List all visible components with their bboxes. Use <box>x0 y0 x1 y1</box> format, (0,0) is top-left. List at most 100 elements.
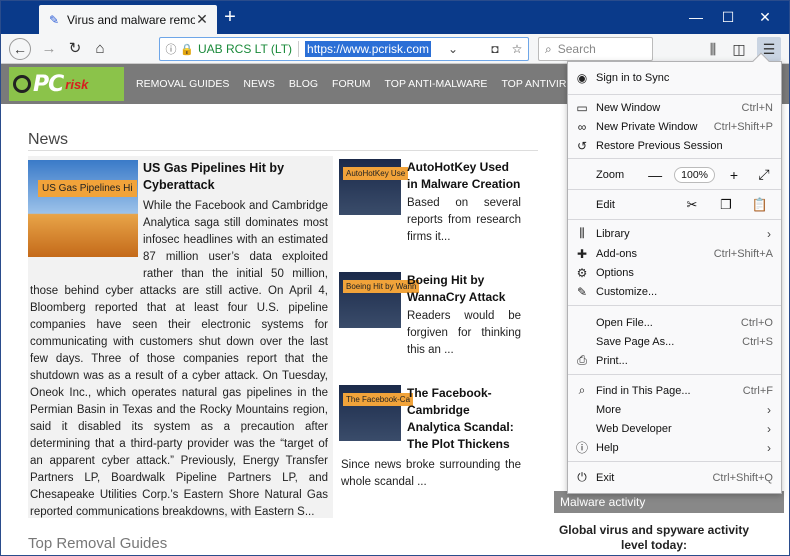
bookmark-star-icon[interactable]: ☆ <box>508 42 526 56</box>
copy-icon[interactable]: ❐ <box>709 197 743 213</box>
url-separator <box>298 41 300 57</box>
minimize-button[interactable]: — <box>682 6 710 28</box>
pocket-icon[interactable]: ◘ <box>486 42 504 56</box>
private-mask-icon: ∞ <box>577 119 587 134</box>
menu-new-window[interactable]: ▭ New Window Ctrl+N <box>568 98 781 117</box>
story-thumbnail[interactable]: The Facebook-Ca <box>339 385 414 441</box>
story-text: Readers would be forgiven for thinking t… <box>407 310 521 356</box>
site-logo[interactable]: PC risk <box>9 67 124 101</box>
menu-print[interactable]: ⎙ Print... <box>568 351 781 370</box>
site-nav-link[interactable]: TOP ANTI-MALWARE <box>385 78 488 90</box>
close-window-button[interactable]: ✕ <box>751 6 779 28</box>
sidebar-icon[interactable]: ◫ <box>727 37 751 61</box>
menu-customize[interactable]: ✎ Customize... <box>568 282 781 301</box>
account-icon: ◉ <box>576 70 588 85</box>
menu-exit[interactable]: ⏻ Exit Ctrl+Shift+Q <box>568 468 781 487</box>
brush-icon: ✎ <box>576 284 588 299</box>
menu-zoom-row: Zoom — 100% + ⤢ <box>568 165 781 184</box>
menu-find[interactable]: ⌕ Find in This Page... Ctrl+F <box>568 381 781 400</box>
logo-sub: risk <box>65 76 89 92</box>
maximize-button[interactable]: ☐ <box>714 6 742 28</box>
navigation-toolbar: ← → ↻ ⌂ ⓘ 🔒 UAB RCS LT (LT) https://www.… <box>1 34 789 64</box>
news-heading: News <box>28 131 69 148</box>
browser-window: ✎ Virus and malware removal inst ✕ + — ☐… <box>0 0 790 556</box>
pcrisk-favicon-icon: ✎ <box>48 12 60 27</box>
menu-web-developer[interactable]: Web Developer › <box>568 419 781 438</box>
zoom-in-button[interactable]: + <box>723 167 745 183</box>
tab-title: Virus and malware removal inst <box>67 12 195 27</box>
menu-separator <box>568 158 781 159</box>
paste-icon[interactable]: 📋 <box>743 197 777 213</box>
zoom-label: Zoom <box>596 168 625 181</box>
app-menu-panel: ◉ Sign in to Sync ▭ New Window Ctrl+N ∞ … <box>567 52 782 494</box>
top-removal-heading: Top Removal Guides <box>28 535 168 552</box>
chevron-right-icon: › <box>767 440 771 455</box>
menu-separator <box>568 219 781 220</box>
menu-addons[interactable]: ✚ Add-ons Ctrl+Shift+A <box>568 244 781 263</box>
menu-separator <box>568 374 781 375</box>
edit-label: Edit <box>596 198 615 211</box>
menu-open-file[interactable]: Open File... Ctrl+O <box>568 313 781 332</box>
search-field[interactable]: ⌕ Search <box>538 37 653 61</box>
restore-icon: ↺ <box>576 138 588 153</box>
fullscreen-icon[interactable]: ⤢ <box>753 166 775 183</box>
story-text: Based on several reports from research f… <box>407 197 521 243</box>
new-window-icon: ▭ <box>576 100 588 115</box>
story-title[interactable]: Boeing Hit by WannaCry Attack <box>407 272 521 306</box>
featured-title[interactable]: US Gas Pipelines Hit by Cyberattack <box>143 160 328 194</box>
story-title[interactable]: The Facebook-Cambridge Analytica Scandal… <box>407 385 521 453</box>
menu-help[interactable]: ⓘ Help › <box>568 438 781 457</box>
site-nav-link[interactable]: REMOVAL GUIDES <box>136 78 229 90</box>
zoom-out-button[interactable]: — <box>644 167 666 183</box>
help-icon: ⓘ <box>575 441 588 455</box>
power-icon: ⏻ <box>577 470 587 484</box>
menu-options[interactable]: ⚙ Options <box>568 263 781 282</box>
dropdown-chevron-icon[interactable]: ⌄ <box>444 42 462 56</box>
menu-more[interactable]: More › <box>568 400 781 419</box>
news-divider <box>28 150 538 151</box>
chevron-right-icon: › <box>767 402 771 417</box>
gear-icon: ⚙ <box>576 265 588 280</box>
address-bar[interactable]: ⓘ 🔒 UAB RCS LT (LT) https://www.pcrisk.c… <box>159 37 529 61</box>
puzzle-icon: ✚ <box>576 246 588 261</box>
menu-library[interactable]: ⫼ Library › <box>568 224 781 243</box>
tab-close-icon[interactable]: ✕ <box>195 11 209 28</box>
menu-restore-session[interactable]: ↺ Restore Previous Session <box>568 136 781 155</box>
info-icon[interactable]: ⓘ <box>164 41 178 57</box>
global-virus-text: Global virus and spyware activity level … <box>558 523 750 552</box>
site-nav-link[interactable]: FORUM <box>332 78 371 90</box>
story-text: Since news broke surrounding the whole s… <box>341 459 521 488</box>
story-thumb-label: AutoHotKey Use <box>343 167 409 180</box>
menu-new-private-window[interactable]: ∞ New Private Window Ctrl+Shift+P <box>568 117 781 136</box>
site-nav-link[interactable]: NEWS <box>243 78 275 90</box>
tab-bar: ✎ Virus and malware removal inst ✕ + — ☐… <box>1 1 789 34</box>
back-button[interactable]: ← <box>9 38 31 60</box>
site-nav-link[interactable]: BLOG <box>289 78 318 90</box>
reload-button[interactable]: ↻ <box>63 37 87 61</box>
active-tab[interactable]: ✎ Virus and malware removal inst ✕ <box>39 5 217 34</box>
featured-thumb-label: US Gas Pipelines Hi <box>38 180 137 197</box>
url-text[interactable]: https://www.pcrisk.com <box>305 41 432 57</box>
printer-icon: ⎙ <box>577 353 587 367</box>
cut-icon[interactable]: ✂ <box>675 197 709 213</box>
featured-article[interactable]: US Gas Pipelines Hi US Gas Pipelines Hit… <box>28 156 333 518</box>
menu-separator <box>568 305 781 306</box>
story-title[interactable]: AutoHotKey Used in Malware Creation <box>407 159 521 193</box>
chevron-right-icon: › <box>767 226 771 241</box>
menu-sign-in[interactable]: ◉ Sign in to Sync <box>568 68 781 87</box>
zoom-reset-button[interactable]: 100% <box>674 166 715 183</box>
menu-save-page[interactable]: Save Page As... Ctrl+S <box>568 332 781 351</box>
home-button[interactable]: ⌂ <box>88 37 112 61</box>
menu-edit-row: Edit ✂ ❐ 📋 <box>568 195 781 214</box>
search-placeholder: Search <box>557 42 596 56</box>
menu-separator <box>568 94 781 95</box>
lock-icon[interactable]: 🔒 <box>180 43 194 56</box>
forward-button[interactable]: → <box>37 37 61 61</box>
library-icon[interactable]: ⫼ <box>701 37 725 61</box>
site-identity[interactable]: UAB RCS LT (LT) <box>198 42 292 56</box>
malware-activity-heading: Malware activity <box>554 491 784 513</box>
story-thumb-label: The Facebook-Ca <box>343 393 414 406</box>
logo-main: PC <box>33 71 64 97</box>
menu-separator <box>568 461 781 462</box>
new-tab-button[interactable]: + <box>219 7 241 29</box>
